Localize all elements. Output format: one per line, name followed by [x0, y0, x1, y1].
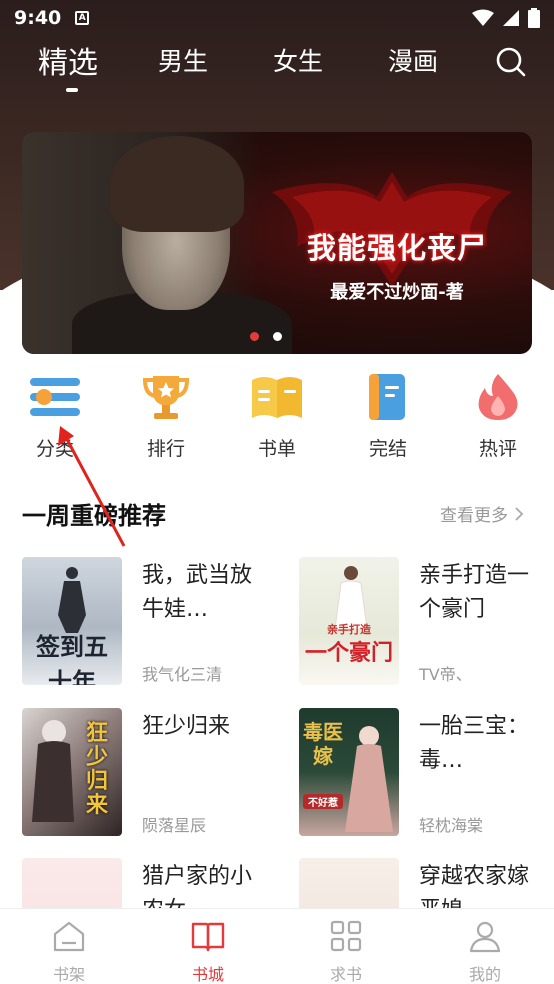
- book-cover: 狂少归来: [22, 708, 122, 836]
- category-label: 完结: [368, 438, 407, 460]
- cover-title: 毒医嫁: [303, 720, 343, 768]
- category-label: 热评: [478, 438, 517, 460]
- cover-title: 签到五十年: [36, 633, 108, 685]
- cover-figure-icon: [32, 720, 74, 822]
- signal-icon: [503, 10, 519, 26]
- grid-icon: [330, 920, 362, 952]
- nav-label: 求书: [329, 965, 362, 984]
- book-card[interactable]: 狂少归来 狂少归来 陨落星辰: [22, 708, 276, 838]
- book-author: TV帝、: [419, 665, 472, 684]
- book-title: 一胎三宝：毒…: [419, 714, 530, 773]
- banner-character-hair: [110, 136, 244, 232]
- category-label: 排行: [146, 438, 185, 460]
- nav-item-bookstore[interactable]: 书城: [168, 919, 248, 984]
- nav-label: 书架: [52, 965, 85, 984]
- search-icon[interactable]: [495, 46, 527, 78]
- wifi-icon: [472, 9, 494, 26]
- finished-book-icon: [369, 374, 405, 420]
- tab-featured[interactable]: 精选: [38, 38, 98, 82]
- cover-figure-icon: [345, 726, 393, 832]
- book-card[interactable]: 毒医嫁 不好惹 一胎三宝：毒… 轻枕海棠: [299, 708, 553, 838]
- trophy-icon: [142, 376, 190, 419]
- book-cover: 签到五十年: [22, 557, 122, 685]
- book-author: 轻枕海棠: [419, 816, 484, 835]
- book-title: 我，武当放牛娃…: [142, 563, 253, 622]
- cover-title: 一个豪门: [304, 641, 393, 666]
- book-card[interactable]: 签到五十年 我，武当放牛娃… 我气化三清: [22, 557, 276, 687]
- status-bar: 9:40 A: [0, 0, 554, 36]
- book-title: 狂少归来: [142, 714, 231, 739]
- book-author: 陨落星辰: [142, 816, 207, 835]
- top-tabs: 精选 男生 女生 漫画: [0, 42, 554, 102]
- category-item-booklist[interactable]: 书单: [237, 372, 317, 461]
- see-more-link[interactable]: 查看更多: [440, 501, 524, 526]
- category-item-ranking[interactable]: 排行: [126, 372, 206, 461]
- bottom-nav: 书架 书城 求书 我的: [0, 908, 554, 984]
- nav-label: 书城: [191, 965, 224, 984]
- banner-author: 最爱不过炒面-著: [330, 282, 464, 303]
- book-author: 我气化三清: [142, 665, 223, 684]
- bookshelf-icon: [53, 921, 85, 952]
- book-cover: 亲手打造 一个豪门: [299, 557, 399, 685]
- annotation-arrow-icon: [58, 426, 126, 547]
- status-time: 9:40: [14, 7, 62, 29]
- book-open-icon: [191, 922, 225, 952]
- category-label: 书单: [257, 438, 296, 460]
- battery-icon: [528, 8, 540, 28]
- chevron-right-icon: [515, 506, 524, 521]
- banner-title: 我能强化丧尸: [306, 231, 487, 265]
- tab-comics[interactable]: 漫画: [388, 42, 438, 78]
- tab-female[interactable]: 女生: [273, 42, 323, 78]
- accessibility-icon: A: [75, 11, 90, 25]
- banner-dot: [273, 332, 282, 341]
- cover-figure-icon: [58, 567, 86, 633]
- banner-dot-active: [250, 332, 259, 341]
- book-cover: 毒医嫁 不好惹: [299, 708, 399, 836]
- nav-label: 我的: [468, 965, 501, 984]
- flame-icon: [478, 374, 518, 420]
- cover-title: 狂少归来: [85, 721, 108, 818]
- nav-item-request-book[interactable]: 求书: [306, 919, 386, 984]
- category-item-finished[interactable]: 完结: [348, 372, 428, 461]
- promo-banner[interactable]: 我能强化丧尸 最爱不过炒面-著: [22, 132, 532, 354]
- cover-subtitle: 不好惹: [303, 794, 343, 809]
- nav-item-profile[interactable]: 我的: [445, 919, 525, 984]
- book-title: 亲手打造一个豪门: [419, 563, 530, 622]
- nav-item-bookshelf[interactable]: 书架: [29, 919, 109, 984]
- book-card[interactable]: 亲手打造 一个豪门 亲手打造一个豪门 TV帝、: [299, 557, 553, 687]
- banner-pagination: [250, 332, 282, 341]
- book-list-icon: [252, 377, 302, 418]
- category-list-icon: [30, 378, 80, 416]
- tab-male[interactable]: 男生: [158, 42, 208, 78]
- profile-icon: [469, 921, 501, 953]
- active-tab-indicator: [66, 88, 78, 92]
- category-item-hot-reviews[interactable]: 热评: [458, 372, 538, 461]
- see-more-label: 查看更多: [440, 506, 508, 526]
